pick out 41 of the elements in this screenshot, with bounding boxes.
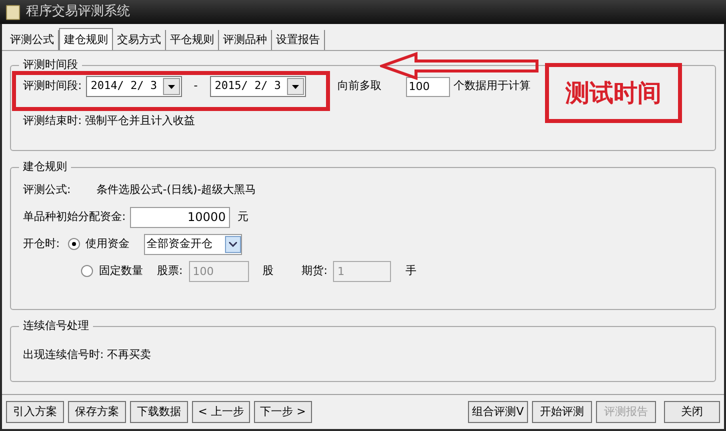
dialog-button[interactable]: < 上一步: [192, 401, 250, 423]
unit-label: 股: [262, 262, 274, 279]
tab[interactable]: 设置报告: [272, 30, 325, 50]
date-separator: -: [194, 78, 198, 94]
date-picker[interactable]: 2014/ 2/ 3: [86, 76, 182, 97]
input-field[interactable]: 100: [406, 76, 450, 96]
input-field[interactable]: 10000: [130, 206, 230, 228]
dialog-button[interactable]: 保存方案: [68, 401, 126, 423]
radio-button[interactable]: [68, 238, 80, 250]
tab[interactable]: 评测品种: [219, 30, 272, 50]
unit-label: 手: [405, 262, 416, 279]
signal-rule-text: 出现连续信号时: 不再买卖: [23, 347, 152, 363]
field-label: 期货:: [302, 262, 328, 279]
dialog-button[interactable]: 下载数据: [130, 401, 188, 423]
clipboard-icon: [6, 4, 20, 20]
field-label: 单品种初始分配资金:: [23, 208, 126, 225]
window-title: 程序交易评测系统: [26, 3, 130, 22]
tab[interactable]: 平仓规则: [166, 30, 219, 50]
tab[interactable]: 交易方式: [113, 30, 166, 50]
chevron-down-icon: [224, 236, 241, 252]
dropdown[interactable]: 全部资金开仓: [144, 234, 242, 254]
dialog-button[interactable]: 下一步 >: [254, 401, 312, 423]
formula-name: 条件选股公式-(日线)-超级大黑马: [96, 182, 256, 198]
tab[interactable]: 建仓规则: [59, 28, 113, 50]
date-picker[interactable]: 2015/ 2/ 3: [210, 76, 306, 97]
field-label: 开仓时:: [23, 236, 60, 252]
radio-label[interactable]: 使用资金: [86, 236, 130, 252]
dialog-button[interactable]: 引入方案: [6, 401, 64, 423]
radio-label[interactable]: 固定数量: [99, 262, 143, 280]
dialog-button[interactable]: 关闭: [664, 401, 720, 423]
radio-button[interactable]: [81, 265, 93, 277]
field-label: 向前多取: [338, 78, 382, 94]
unit-label: 元: [238, 208, 249, 225]
field-label: 评测时间段:: [23, 78, 82, 94]
end-rule-text: 评测结束时: 强制平仓并且计入收益: [23, 113, 196, 129]
dialog-button[interactable]: 开始评测: [532, 401, 592, 423]
field-label: 评测公式:: [23, 182, 71, 198]
annotation-label: 测试时间: [545, 63, 682, 123]
dialog-button[interactable]: 组合评测V: [468, 401, 528, 423]
field-label: 股票:: [157, 262, 183, 279]
field-label: 个数据用于计算: [454, 78, 531, 94]
